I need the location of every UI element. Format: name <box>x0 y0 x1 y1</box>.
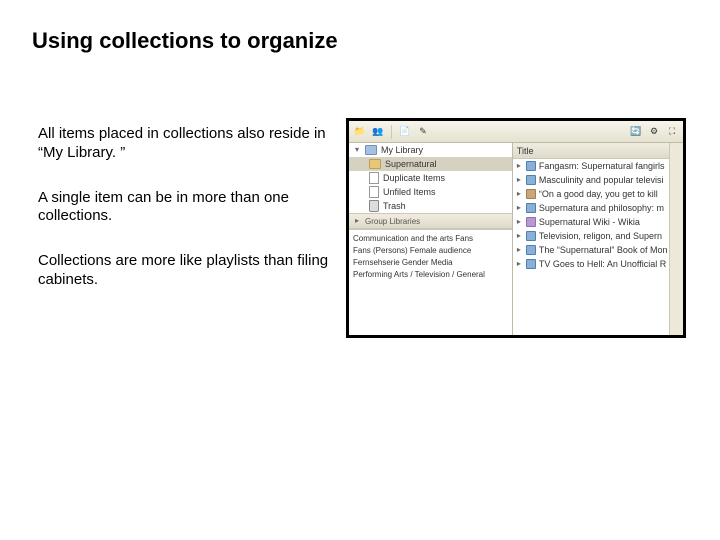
tag-line: Communication and the arts Fans <box>353 233 508 245</box>
library-root-row: ▾ My Library <box>349 143 512 157</box>
page-title: Using collections to organize <box>32 28 338 54</box>
library-icon <box>365 145 377 155</box>
list-item: ▸ Masculinity and popular televisi <box>513 173 670 187</box>
tags-area: Communication and the arts Fans Fans (Pe… <box>349 229 512 335</box>
content-panes: ▾ My Library Supernatural Duplicate Item… <box>349 143 683 335</box>
library-root-label: My Library <box>381 145 423 155</box>
collection-trash: Trash <box>349 199 512 213</box>
zotero-screenshot: 📁 👥 📄 ✎ 🔄 ⚙ ⛶ ▾ My Library Supernatural <box>346 118 686 338</box>
item-title: The “Supernatural” Book of Mon <box>539 245 668 255</box>
book-icon <box>526 217 536 227</box>
tag-line: Fernsehserie Gender Media <box>353 257 508 269</box>
left-pane: ▾ My Library Supernatural Duplicate Item… <box>349 143 513 335</box>
tag-line: Fans (Persons) Female audience <box>353 245 508 257</box>
item-title: Supernatural Wiki - Wikia <box>539 217 640 227</box>
collection-label: Supernatural <box>385 159 437 169</box>
disclosure-icon: ▸ <box>515 246 523 254</box>
disclosure-icon: ▸ <box>515 162 523 170</box>
new-item-icon: 📄 <box>398 125 412 139</box>
tag-line: Performing Arts / Television / General <box>353 269 508 281</box>
text-column: All items placed in collections also res… <box>38 125 333 316</box>
collection-unfiled: Unfiled Items <box>349 185 512 199</box>
disclosure-icon: ▸ <box>515 218 523 226</box>
book-icon <box>526 231 536 241</box>
list-item: ▸ “On a good day, you get to kill <box>513 187 670 201</box>
book-icon <box>526 161 536 171</box>
disclosure-icon: ▾ <box>353 146 361 154</box>
book-icon <box>526 245 536 255</box>
new-group-icon: 👥 <box>371 125 385 139</box>
column-title-label: Title <box>517 146 534 156</box>
list-item: ▸ Supernatura and philosophy: m <box>513 201 670 215</box>
collection-label: Duplicate Items <box>383 173 445 183</box>
item-title: “On a good day, you get to kill <box>539 189 658 199</box>
paragraph-1: All items placed in collections also res… <box>38 125 333 163</box>
scrollbar <box>669 143 683 335</box>
list-item: ▸ Supernatural Wiki - Wikia <box>513 215 670 229</box>
library-tree: ▾ My Library Supernatural Duplicate Item… <box>349 143 512 213</box>
collection-supernatural: Supernatural <box>349 157 512 171</box>
duplicates-icon <box>369 172 379 184</box>
book-icon <box>526 203 536 213</box>
disclosure-icon: ▸ <box>353 217 361 225</box>
book-icon <box>526 259 536 269</box>
item-title: TV Goes to Hell: An Unofficial R <box>539 259 666 269</box>
disclosure-icon: ▸ <box>515 176 523 184</box>
folder-icon <box>369 159 381 169</box>
gear-icon: ⚙ <box>647 125 661 139</box>
disclosure-icon: ▸ <box>515 190 523 198</box>
paragraph-2: A single item can be in more than one co… <box>38 189 333 227</box>
trash-icon <box>369 200 379 212</box>
paragraph-3: Collections are more like playlists than… <box>38 252 333 290</box>
disclosure-icon: ▸ <box>515 232 523 240</box>
list-item: ▸ Television, religon, and Supern <box>513 229 670 243</box>
wand-icon: ✎ <box>416 125 430 139</box>
group-header-label: Group Libraries <box>365 217 420 226</box>
column-header: Title <box>513 143 670 159</box>
toolbar: 📁 👥 📄 ✎ 🔄 ⚙ ⛶ <box>349 121 683 143</box>
disclosure-icon: ▸ <box>515 204 523 212</box>
item-list: ▸ Fangasm: Supernatural fangirls ▸ Mascu… <box>513 159 670 335</box>
right-pane: Title ▸ Fangasm: Supernatural fangirls ▸… <box>513 143 670 335</box>
disclosure-icon: ▸ <box>515 260 523 268</box>
list-item: ▸ The “Supernatural” Book of Mon <box>513 243 670 257</box>
book-icon <box>526 189 536 199</box>
fullscreen-icon: ⛶ <box>665 125 679 139</box>
unfiled-icon <box>369 186 379 198</box>
sync-icon: 🔄 <box>629 125 643 139</box>
list-item: ▸ Fangasm: Supernatural fangirls <box>513 159 670 173</box>
item-title: Supernatura and philosophy: m <box>539 203 664 213</box>
book-icon <box>526 175 536 185</box>
item-title: Television, religon, and Supern <box>539 231 662 241</box>
item-title: Fangasm: Supernatural fangirls <box>539 161 665 171</box>
list-item: ▸ TV Goes to Hell: An Unofficial R <box>513 257 670 271</box>
toolbar-separator <box>391 125 392 139</box>
collection-label: Trash <box>383 201 406 211</box>
group-libraries-header: ▸ Group Libraries <box>349 213 512 229</box>
collection-duplicates: Duplicate Items <box>349 171 512 185</box>
collection-label: Unfiled Items <box>383 187 436 197</box>
new-collection-icon: 📁 <box>353 125 367 139</box>
item-title: Masculinity and popular televisi <box>539 175 664 185</box>
